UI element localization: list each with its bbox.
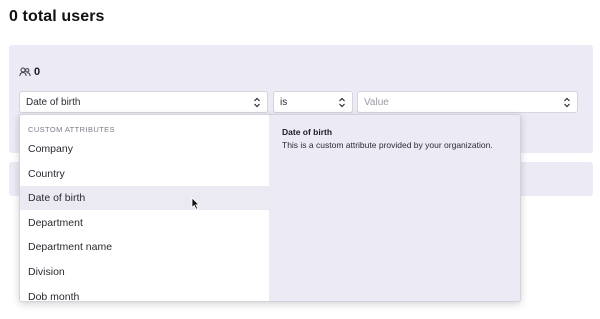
attribute-dropdown: CUSTOM ATTRIBUTES Company Country Date o…: [19, 114, 521, 302]
user-count-row: 0: [19, 65, 40, 79]
detail-title: Date of birth: [282, 127, 333, 137]
attribute-list: CUSTOM ATTRIBUTES Company Country Date o…: [20, 115, 269, 301]
list-item[interactable]: Dob month: [20, 285, 269, 301]
list-item-active[interactable]: Date of birth: [20, 186, 269, 210]
attribute-select-value: Date of birth: [26, 96, 81, 108]
page-title: 0 total users: [9, 8, 105, 25]
mouse-pointer-icon: [191, 197, 200, 210]
list-item[interactable]: Division: [20, 260, 269, 284]
users-icon: [19, 67, 31, 77]
user-count: 0: [34, 66, 41, 78]
detail-description: This is a custom attribute provided by y…: [282, 140, 493, 150]
list-item[interactable]: Department name: [20, 235, 269, 259]
operator-select[interactable]: is: [273, 91, 353, 113]
list-item[interactable]: Department: [20, 211, 269, 235]
list-item[interactable]: Country: [20, 162, 269, 186]
group-label: CUSTOM ATTRIBUTES: [28, 125, 115, 134]
list-item[interactable]: Company: [20, 137, 269, 161]
operator-select-value: is: [280, 96, 288, 108]
attribute-detail-panel: Date of birth This is a custom attribute…: [269, 115, 520, 301]
attribute-select[interactable]: Date of birth: [19, 91, 268, 113]
chevron-up-down-icon: [564, 97, 570, 107]
value-input[interactable]: Value: [357, 91, 578, 113]
chevron-up-down-icon: [254, 97, 260, 107]
chevron-up-down-icon: [339, 97, 345, 107]
value-input-placeholder: Value: [364, 96, 389, 108]
